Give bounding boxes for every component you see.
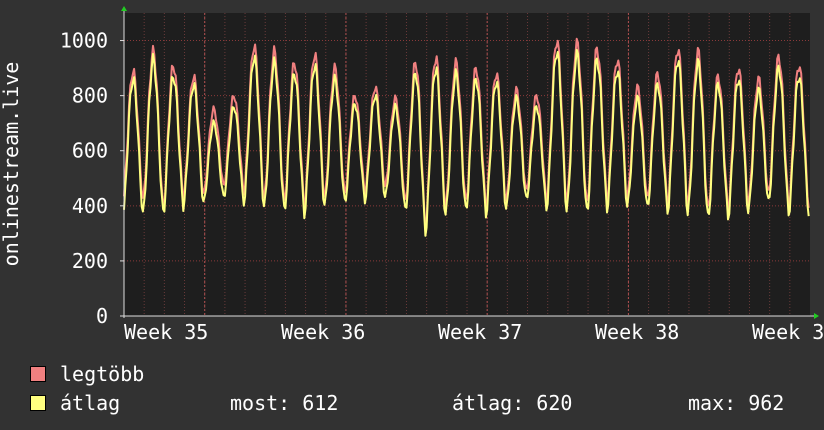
stat-maximum-value: 962	[748, 391, 785, 415]
y-tick-label: 0	[96, 304, 108, 328]
x-axis-arrow-icon	[814, 313, 819, 319]
graph-panel: 0 200 400 600 800 1000 Week 35 Week 36 Week 37 We…	[0, 0, 824, 430]
max-series-swatch	[30, 366, 46, 382]
x-tick-label: Week 3	[752, 320, 824, 344]
stat-current-label: most:	[230, 391, 291, 415]
legend-label-avg: átlag	[60, 391, 121, 415]
stat-current: most: 612	[230, 391, 338, 415]
x-tick-label: Week 35	[124, 320, 208, 344]
avg-series-swatch	[30, 395, 46, 411]
y-axis-title: onlinestream.live	[0, 62, 23, 267]
y-axis-arrow-icon	[121, 6, 127, 11]
x-tick-label: Week 38	[595, 320, 679, 344]
y-tick-label: 800	[72, 84, 108, 108]
legend-item-avg: átlag	[30, 391, 120, 415]
x-tick-label: Week 36	[281, 320, 365, 344]
y-tick-label: 600	[72, 139, 108, 163]
x-tick-label: Week 37	[438, 320, 522, 344]
stat-average-value: 620	[536, 391, 573, 415]
legend-label-max: legtöbb	[60, 362, 145, 386]
legend-item-max: legtöbb	[30, 362, 144, 386]
stat-average: átlag: 620	[452, 391, 572, 415]
y-tick-label: 200	[72, 249, 108, 273]
stat-average-label: átlag:	[452, 391, 525, 415]
y-tick-label: 400	[72, 194, 108, 218]
stat-maximum: max: 962	[688, 391, 784, 415]
y-tick-label: 1000	[60, 29, 108, 53]
stat-maximum-label: max:	[688, 391, 737, 415]
stat-current-value: 612	[302, 391, 339, 415]
